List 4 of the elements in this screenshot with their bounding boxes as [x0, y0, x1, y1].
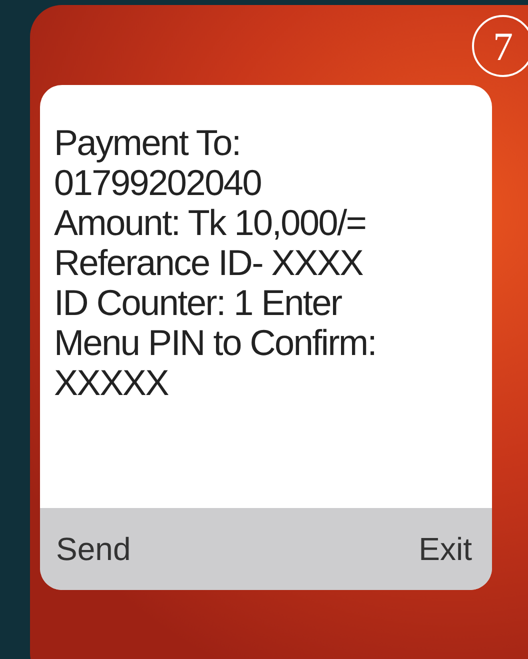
- page-number-badge: 7: [472, 15, 528, 77]
- send-button[interactable]: Send: [52, 526, 135, 572]
- message-text: Payment To: 01799202040 Amount: Tk 10,000/= Referance ID- XXXX ID Counter: 1 Enter Menu PIN to Confirm: XXXXX: [53, 121, 378, 405]
- exit-button[interactable]: Exit: [414, 526, 476, 572]
